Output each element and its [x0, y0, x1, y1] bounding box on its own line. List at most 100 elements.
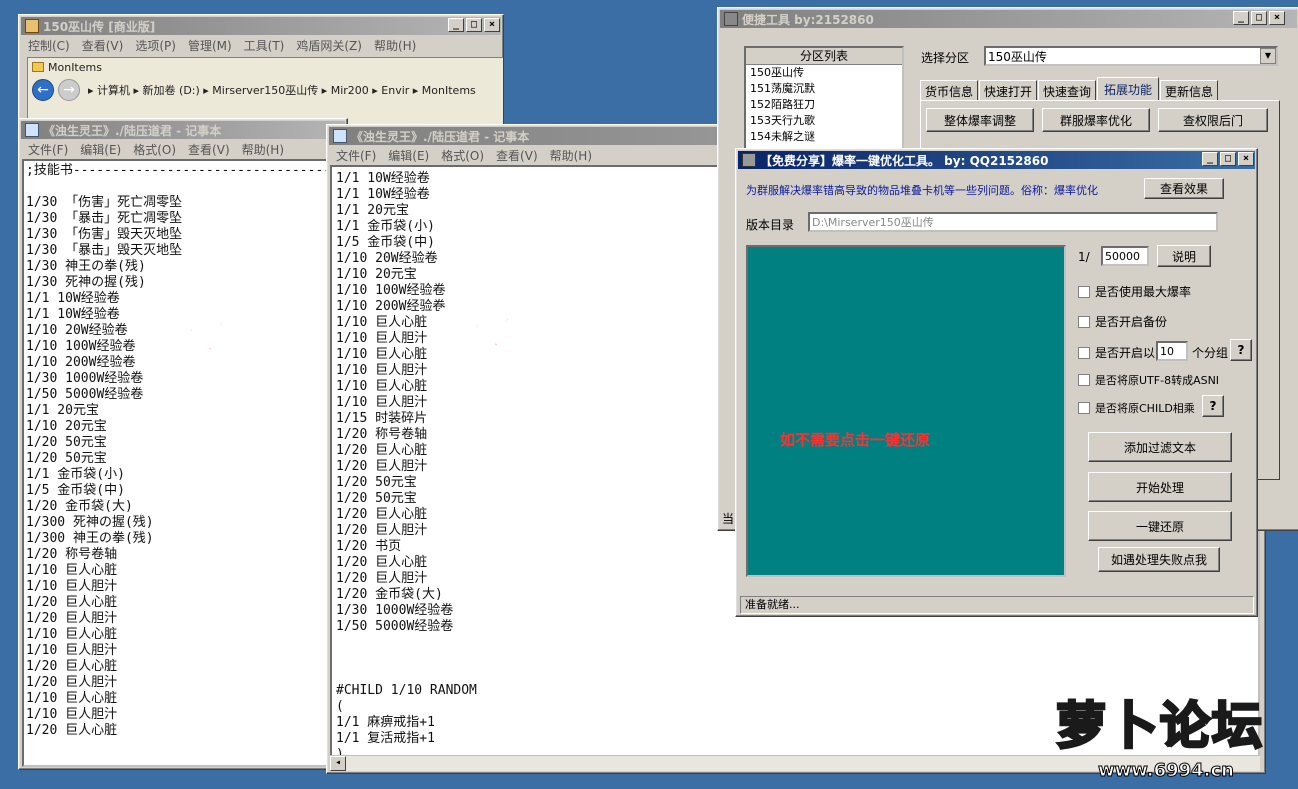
inner-titlebar: MonItems — [28, 58, 503, 76]
tab-currency[interactable]: 货币信息 — [920, 80, 978, 101]
checkbox-label: 是否将原UTF-8转成ASNI — [1095, 374, 1220, 387]
explain-button[interactable]: 说明 — [1157, 245, 1211, 267]
chevron-down-icon[interactable]: ▼ — [1260, 48, 1276, 64]
checkbox-box[interactable] — [1078, 315, 1090, 328]
partition-select-value: 150巫山传 — [988, 49, 1047, 64]
text-line: 1/50 5000W经验卷 — [336, 619, 454, 634]
explorer-inner: MonItems ← → ▸ 计算机 ▸ 新加卷 (D:) ▸ Mirserve… — [27, 57, 503, 125]
menu-item[interactable]: 格式(O) — [435, 147, 490, 164]
partition-item[interactable]: 153天行九歌 — [746, 113, 902, 129]
use-max-rate-checkbox[interactable]: 是否使用最大爆率 — [1078, 283, 1191, 300]
menu-item[interactable]: 帮助(H) — [236, 141, 290, 158]
notepad-before-editor[interactable]: ;技能书------------------------------------… — [22, 159, 344, 767]
utf8-to-ansi-checkbox[interactable]: 是否将原UTF-8转成ASNI — [1078, 372, 1219, 388]
preview-canvas[interactable]: 如不需要点击一键还原 — [746, 245, 1066, 577]
start-process-button[interactable]: 开始处理 — [1088, 472, 1232, 502]
menu-item[interactable]: 编辑(E) — [74, 141, 127, 158]
partition-select[interactable]: 150巫山传 ▼ — [984, 46, 1278, 66]
close-button[interactable]: × — [1269, 11, 1285, 25]
menu-item[interactable]: 控制(C) — [22, 37, 76, 54]
maximize-button[interactable]: □ — [1220, 152, 1236, 166]
text-line: 1/30 「伤害」毁天灭地坠 — [26, 227, 183, 242]
menu-item[interactable]: 文件(F) — [22, 141, 74, 158]
maximize-button[interactable]: □ — [1251, 11, 1267, 25]
check-backdoor-button[interactable]: 查权限后门 — [1158, 108, 1268, 132]
close-button[interactable]: × — [1238, 152, 1254, 166]
checkbox-label: 是否开启以 — [1095, 346, 1156, 360]
notepad-before-titlebar[interactable]: 《浊生灵王》./陆压道君 - 记事本 — [21, 121, 345, 139]
text-line: 1/20 巨人胆汁 — [26, 611, 118, 626]
tab-updates[interactable]: 更新信息 — [1160, 80, 1218, 101]
checkbox-box[interactable] — [1078, 346, 1090, 359]
menu-item[interactable]: 查看(V) — [76, 37, 130, 54]
explorer-window: 150巫山传 [商业版] _ □ × 控制(C) 查看(V) 选项(P) 管理(M) 工具(… — [18, 14, 504, 126]
menu-item[interactable]: 鸡盾网关(Z) — [290, 37, 368, 54]
menu-item[interactable]: 帮助(H) — [544, 147, 598, 164]
menu-item[interactable]: 文件(F) — [330, 147, 382, 164]
maximize-button[interactable]: □ — [466, 18, 482, 32]
folder-icon — [32, 62, 44, 72]
ratio-input[interactable]: 50000 — [1101, 246, 1149, 266]
watermark-logo-text: 萝卜论坛 — [1055, 696, 1264, 757]
minimize-button[interactable]: _ — [1202, 152, 1218, 166]
partition-item[interactable]: 150巫山传 — [746, 65, 902, 81]
optimizer-titlebar[interactable]: 【免费分享】爆率一键优化工具。 by: QQ2152860 — [738, 151, 1255, 169]
tab-quick-open[interactable]: 快速打开 — [979, 80, 1037, 101]
app-icon — [742, 153, 756, 167]
description-text: 为群服解决爆率错高导致的物品堆叠卡机等一些列问题。俗称：爆率优化 — [746, 184, 1098, 197]
quick-tools-titlebar[interactable]: 便捷工具 by:2152860 — [720, 10, 1297, 28]
menu-item[interactable]: 工具(T) — [238, 37, 291, 54]
scroll-left-icon[interactable]: ◂ — [330, 756, 346, 771]
address-input[interactable]: ▸ 计算机 ▸ 新加卷 (D:) ▸ Mirserver150巫山传 ▸ Mir… — [88, 82, 503, 98]
minimize-button[interactable]: _ — [448, 18, 464, 32]
checkbox-box[interactable] — [1078, 285, 1090, 298]
child-multiply-checkbox[interactable]: 是否将原CHILD相乘 — [1078, 400, 1195, 416]
add-filter-text-button[interactable]: 添加过滤文本 — [1088, 432, 1232, 462]
partition-item[interactable]: 151荡魔沉默 — [746, 81, 902, 97]
tab-extensions[interactable]: 拓展功能 — [1097, 77, 1159, 101]
minimize-button[interactable]: _ — [1233, 11, 1249, 25]
child-help-button[interactable]: ? — [1202, 395, 1224, 417]
checkbox-box[interactable] — [1078, 374, 1090, 386]
tab-quick-query[interactable]: 快速查询 — [1038, 80, 1096, 101]
menu-item[interactable]: 查看(V) — [182, 141, 236, 158]
overall-rate-button[interactable]: 整体爆率调整 — [926, 108, 1034, 132]
preview-canvas-text: 如不需要点击一键还原 — [780, 431, 931, 449]
checkbox-box[interactable] — [1078, 402, 1090, 414]
menu-item[interactable]: 编辑(E) — [382, 147, 435, 164]
text-line: 1/10 巨人心脏 — [26, 563, 118, 578]
optimizer-window: 【免费分享】爆率一键优化工具。 by: QQ2152860 _ □ × 为群服解决爆… — [735, 148, 1258, 617]
enable-group-checkbox[interactable]: 是否开启以 — [1078, 344, 1155, 361]
menu-item[interactable]: 格式(O) — [127, 141, 182, 158]
partition-item[interactable]: 154未解之谜 — [746, 129, 902, 145]
forward-icon[interactable]: → — [58, 79, 80, 101]
checkbox-label: 是否开启备份 — [1095, 315, 1168, 329]
inner-title: MonItems — [48, 60, 102, 74]
partition-item[interactable]: 152陌路狂刀 — [746, 97, 902, 113]
menu-item[interactable]: 选项(P) — [129, 37, 182, 54]
group-count-input[interactable]: 10 — [1156, 341, 1188, 361]
text-line: 1/1 20元宝 — [26, 403, 99, 418]
view-effect-button[interactable]: 查看效果 — [1144, 178, 1224, 199]
close-button[interactable]: × — [484, 18, 500, 32]
before-label: 优化前 — [145, 311, 269, 359]
enable-backup-checkbox[interactable]: 是否开启备份 — [1078, 313, 1167, 330]
text-line: 1/20 巨人心脏 — [26, 659, 118, 674]
partition-list-header: 分区列表 — [746, 48, 902, 65]
menu-item[interactable]: 帮助(H) — [368, 37, 422, 54]
text-line: 1/30 神王の拳(残) — [26, 259, 146, 274]
back-icon[interactable]: ← — [32, 79, 54, 101]
text-line: 1/50 5000W经验卷 — [26, 387, 144, 402]
menu-item[interactable]: 管理(M) — [182, 37, 238, 54]
explorer-titlebar[interactable]: 150巫山传 [商业版] — [21, 17, 501, 35]
group-help-button[interactable]: ? — [1230, 339, 1252, 361]
version-dir-input[interactable]: D:\Mirserver150巫山传 — [808, 212, 1218, 232]
optimizer-title: 【免费分享】爆率一键优化工具。 by: QQ2152860 — [760, 153, 1049, 168]
one-click-restore-button[interactable]: 一键还原 — [1088, 511, 1232, 541]
failure-help-button[interactable]: 如遇处理失败点我 — [1098, 547, 1220, 572]
partition-list[interactable]: 分区列表 150巫山传 151荡魔沉默 152陌路狂刀 153天行九歌 154未… — [744, 46, 904, 150]
text-line: 1/20 巨人胆汁 — [26, 675, 118, 690]
group-rate-button[interactable]: 群服爆率优化 — [1042, 108, 1150, 132]
menu-item[interactable]: 查看(V) — [490, 147, 544, 164]
text-line: 1/30 「伤害」死亡凋零坠 — [26, 195, 183, 210]
